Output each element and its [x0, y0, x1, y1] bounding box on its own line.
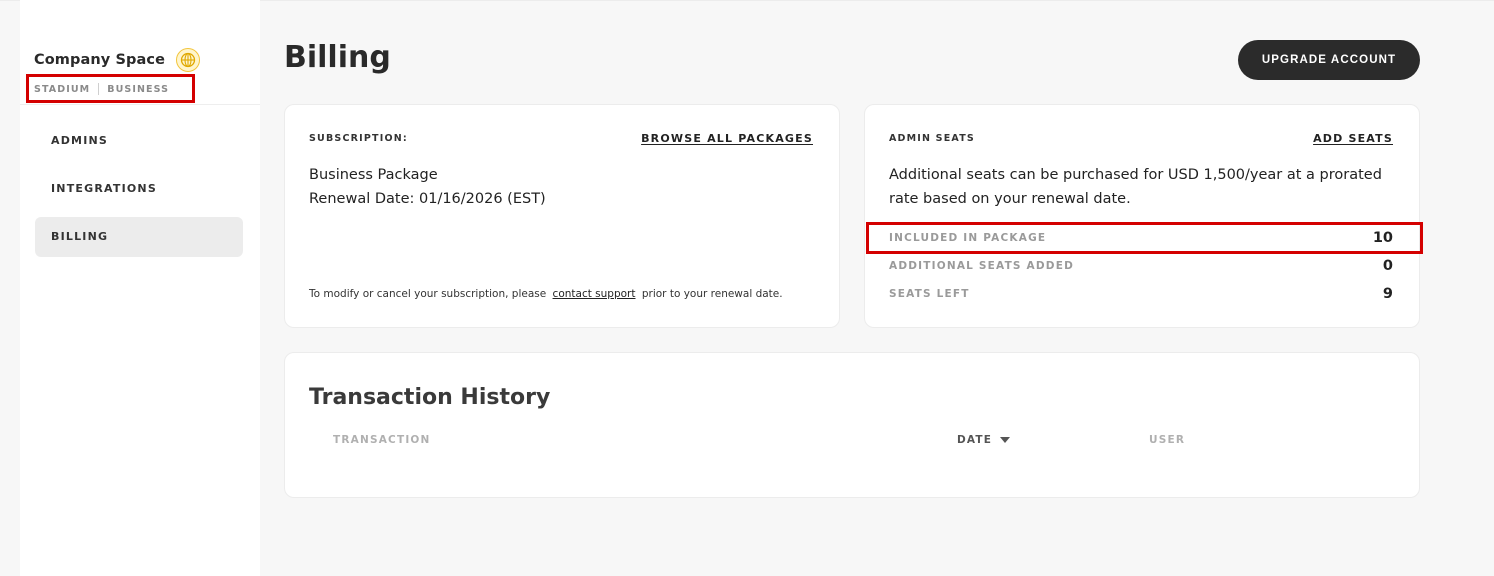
column-header-date[interactable]: DATE — [957, 434, 1011, 446]
brand-tags-highlight — [26, 74, 195, 103]
seats-description: Additional seats can be purchased for US… — [889, 167, 1382, 207]
included-seats-highlight — [866, 222, 1423, 254]
sidebar-item-billing[interactable]: BILLING — [35, 217, 243, 257]
seat-row-additional: ADDITIONAL SEATS ADDED 0 — [889, 254, 1393, 278]
column-header-transaction[interactable]: TRANSACTION — [333, 434, 431, 446]
sidebar-item-label: BILLING — [51, 230, 109, 243]
sidebar-item-integrations[interactable]: INTEGRATIONS — [35, 169, 243, 209]
seat-row-label: SEATS LEFT — [889, 288, 970, 300]
seat-row-value: 0 — [1382, 258, 1393, 274]
renewal-date: Renewal Date: 01/16/2026 (EST) — [309, 191, 546, 207]
brand-name: Company Space — [34, 52, 166, 68]
note-text-after: prior to your renewal date. — [641, 288, 783, 300]
sidebar-item-label: ADMINS — [51, 134, 109, 147]
browse-all-packages-link[interactable]: BROWSE ALL PACKAGES — [641, 132, 813, 145]
caret-down-icon — [1000, 436, 1011, 443]
subscription-note: To modify or cancel your subscription, p… — [309, 288, 783, 300]
sidebar: Company Space STADIUM BUSINESS ADMINS IN… — [20, 0, 260, 576]
page-title: Billing — [284, 40, 391, 75]
sidebar-item-label: INTEGRATIONS — [51, 182, 157, 195]
column-header-date-label: DATE — [957, 434, 993, 446]
seat-row-label: ADDITIONAL SEATS ADDED — [889, 260, 1074, 272]
seat-row-left: SEATS LEFT 9 — [889, 282, 1393, 306]
transaction-history-card: Transaction History TRANSACTION DATE USE… — [284, 352, 1420, 498]
sidebar-item-admins[interactable]: ADMINS — [35, 121, 243, 161]
add-seats-link[interactable]: ADD SEATS — [1313, 132, 1393, 145]
subscription-label: SUBSCRIPTION: — [309, 133, 408, 144]
seat-row-value: 9 — [1382, 286, 1393, 302]
brand: Company Space — [34, 48, 201, 72]
globe-coin-icon — [176, 48, 201, 72]
transaction-history-title: Transaction History — [309, 385, 551, 410]
package-name: Business Package — [309, 167, 438, 183]
note-text-before: To modify or cancel your subscription, p… — [309, 288, 547, 300]
admin-seats-card: ADMIN SEATS ADD SEATS Additional seats c… — [864, 104, 1420, 328]
upgrade-account-button[interactable]: UPGRADE ACCOUNT — [1238, 40, 1420, 80]
subscription-card: SUBSCRIPTION: BROWSE ALL PACKAGES Busine… — [284, 104, 840, 328]
column-header-user[interactable]: USER — [1149, 434, 1185, 446]
sidebar-divider — [20, 104, 260, 105]
contact-support-link[interactable]: contact support — [553, 288, 636, 300]
admin-seats-label: ADMIN SEATS — [889, 133, 975, 144]
